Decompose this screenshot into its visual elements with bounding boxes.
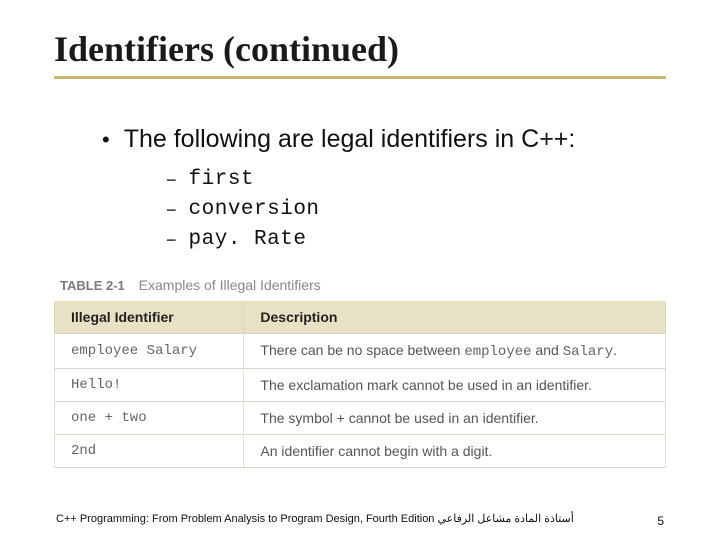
table-block: TABLE 2-1 Examples of Illegal Identifier…: [54, 277, 666, 468]
footer-text: C++ Programming: From Problem Analysis t…: [56, 512, 574, 527]
bullet-dot-icon: •: [102, 125, 110, 155]
cell-description: An identifier cannot begin with a digit.: [244, 435, 666, 468]
code-text: pay. Rate: [189, 225, 307, 255]
cell-description: The exclamation mark cannot be used in a…: [244, 369, 666, 402]
bullet-1-text: The following are legal identifiers in C…: [124, 125, 576, 154]
dash-icon: −: [166, 225, 177, 255]
table-row: 2nd An identifier cannot begin with a di…: [55, 435, 666, 468]
page-number: 5: [657, 514, 664, 528]
page-title: Identifiers (continued): [54, 28, 666, 70]
cell-identifier: Hello!: [55, 369, 244, 402]
table-row: one + two The symbol + cannot be used in…: [55, 402, 666, 435]
col-header-description: Description: [244, 301, 666, 334]
table-caption-label: TABLE 2-1: [60, 278, 125, 293]
dash-icon: −: [166, 165, 177, 195]
cell-identifier: employee Salary: [55, 334, 244, 369]
table-row: Hello! The exclamation mark cannot be us…: [55, 369, 666, 402]
cell-identifier: 2nd: [55, 435, 244, 468]
code-text: first: [189, 165, 255, 195]
sub-bullet: − conversion: [166, 195, 666, 225]
sub-bullet: − first: [166, 165, 666, 195]
cell-description: There can be no space between employee a…: [244, 334, 666, 369]
sub-bullet-list: − first − conversion − pay. Rate: [166, 165, 666, 255]
illegal-identifiers-table: Illegal Identifier Description employee …: [54, 301, 666, 468]
cell-description: The symbol + cannot be used in an identi…: [244, 402, 666, 435]
cell-identifier: one + two: [55, 402, 244, 435]
col-header-identifier: Illegal Identifier: [55, 301, 244, 334]
code-text: conversion: [189, 195, 320, 225]
title-rule: [54, 76, 666, 79]
slide: Identifiers (continued) • The following …: [0, 0, 720, 540]
bullet-level-1: • The following are legal identifiers in…: [102, 125, 666, 155]
table-caption-text: Examples of Illegal Identifiers: [139, 277, 321, 293]
footer: C++ Programming: From Problem Analysis t…: [56, 512, 664, 528]
sub-bullet: − pay. Rate: [166, 225, 666, 255]
dash-icon: −: [166, 195, 177, 225]
table-row: employee Salary There can be no space be…: [55, 334, 666, 369]
table-caption: TABLE 2-1 Examples of Illegal Identifier…: [60, 277, 666, 293]
